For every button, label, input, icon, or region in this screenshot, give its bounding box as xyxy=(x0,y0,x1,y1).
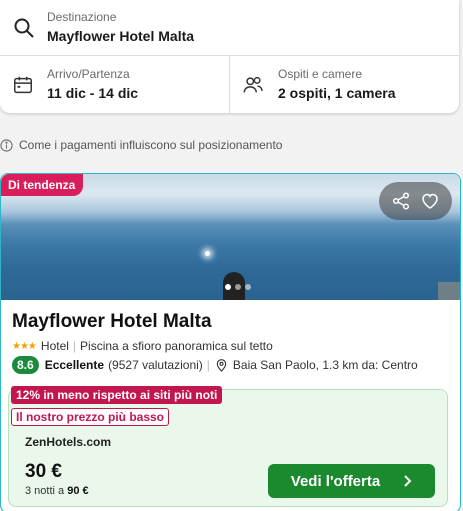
guests-field[interactable]: Ospiti e camere 2 ospiti, 1 camera xyxy=(230,56,459,113)
separator: | xyxy=(206,358,210,372)
photo-actions xyxy=(379,182,452,220)
star-rating: ★★★ xyxy=(12,340,37,352)
share-icon[interactable] xyxy=(391,191,411,211)
dates-field[interactable]: Arrivo/Partenza 11 dic - 14 dic xyxy=(0,56,230,113)
hotel-name[interactable]: Mayflower Hotel Malta xyxy=(12,311,212,333)
search-panel: Destinazione Mayflower Hotel Malta Arriv… xyxy=(0,0,459,113)
offer-box[interactable]: 12% in meno rispetto ai siti più noti Il… xyxy=(8,386,448,507)
review-count: (9527 valutazioni) xyxy=(108,358,203,372)
hotel-meta: ★★★ Hotel | Piscina a sfioro panoramica … xyxy=(12,338,273,354)
pool-edge xyxy=(438,282,460,300)
ranking-info[interactable]: Come i pagamenti influiscono sul posizio… xyxy=(0,137,282,153)
hotel-feature: Piscina a sfioro panoramica sul tetto xyxy=(80,339,273,353)
carousel-dot[interactable] xyxy=(225,284,231,290)
chevron-right-icon xyxy=(404,475,412,487)
search-icon xyxy=(14,18,34,38)
offer-provider: ZenHotels.com xyxy=(25,435,112,449)
sun-glare xyxy=(205,251,210,256)
photo-carousel-dots[interactable] xyxy=(225,284,251,290)
review-score: 8.6 xyxy=(12,356,39,374)
offer-price: 30 € xyxy=(25,461,62,482)
carousel-dot[interactable] xyxy=(235,284,241,290)
hotel-card[interactable]: Di tendenza Mayflower Hotel Malta ★★★ Ho… xyxy=(0,173,461,511)
guests-value: 2 ospiti, 1 camera xyxy=(278,85,396,101)
ranking-info-text: Come i pagamenti influiscono sul posizio… xyxy=(19,138,283,152)
hotel-type: Hotel xyxy=(40,339,69,353)
rating-word: Eccellente xyxy=(44,358,105,372)
hotel-location: Baia San Paolo, 1.3 km da: Centro xyxy=(232,358,418,372)
people-icon xyxy=(243,76,263,93)
offer-total: 3 notti a 90 € xyxy=(25,485,89,497)
destination-value: Mayflower Hotel Malta xyxy=(47,28,195,44)
destination-field[interactable]: Destinazione Mayflower Hotel Malta xyxy=(0,0,459,56)
carousel-dot[interactable] xyxy=(245,284,251,290)
nights-text: 3 notti a xyxy=(25,485,65,497)
dates-label: Arrivo/Partenza xyxy=(47,67,130,81)
hotel-photo[interactable]: Di tendenza xyxy=(1,174,460,300)
view-offer-button[interactable]: Vedi l'offerta xyxy=(268,464,435,498)
info-icon xyxy=(0,138,13,152)
discount-badge: 12% in meno rispetto ai siti più noti xyxy=(11,386,223,404)
dates-value: 11 dic - 14 dic xyxy=(47,85,139,101)
heart-icon[interactable] xyxy=(420,191,440,211)
destination-label: Destinazione xyxy=(47,10,117,24)
separator: | xyxy=(72,339,77,353)
view-offer-label: Vedi l'offerta xyxy=(290,472,381,490)
lowest-price-badge: Il nostro prezzo più basso xyxy=(11,408,170,426)
rating-row: 8.6 Eccellente (9527 valutazioni) | Baia… xyxy=(12,356,418,374)
total-price: 90 € xyxy=(67,485,89,497)
guests-label: Ospiti e camere xyxy=(278,67,363,81)
calendar-icon xyxy=(14,76,32,94)
trend-badge: Di tendenza xyxy=(1,174,84,196)
map-pin-icon xyxy=(216,358,227,372)
